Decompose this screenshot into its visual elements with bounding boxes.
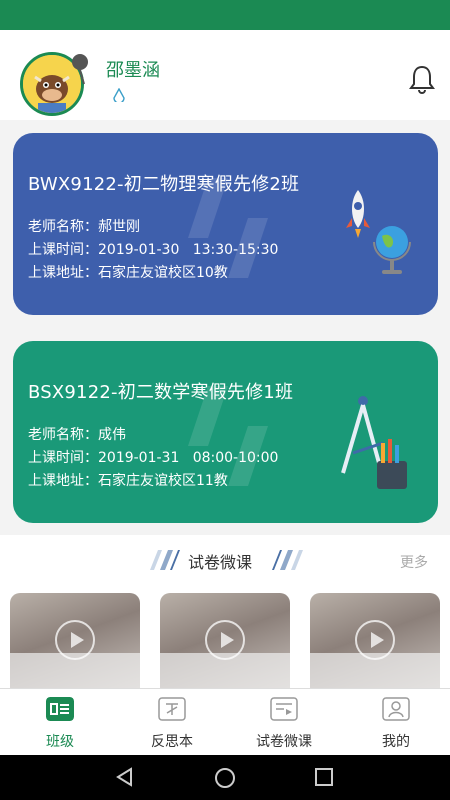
class-address: 石家庄友谊校区10教 (98, 265, 228, 281)
micro-lesson-list (0, 585, 450, 689)
paper-video-icon (270, 697, 298, 721)
class-title: BWX9122-初二物理寒假先修2班 (28, 174, 300, 195)
profile-header: 邵墨涵 (0, 30, 450, 120)
teacher-name: 成伟 (98, 427, 126, 443)
tab-reflection[interactable]: 反思本 (116, 689, 228, 756)
tab-mine[interactable]: 我的 (340, 689, 450, 756)
more-link[interactable]: 更多 (400, 552, 428, 572)
video-thumbnail[interactable] (310, 593, 440, 689)
decorative-stripes-icon (150, 550, 180, 570)
tab-label: 试卷微课 (256, 734, 312, 750)
tab-label: 反思本 (151, 734, 193, 750)
play-icon[interactable] (355, 620, 395, 660)
time-label: 上课时间： (28, 450, 98, 466)
graduate-badge-icon (72, 54, 88, 85)
class-card[interactable]: BWX9122-初二物理寒假先修2班 老师名称：郝世刚 上课时间：2019-01… (13, 133, 438, 315)
address-label: 上课地址： (28, 473, 98, 489)
compass-pencils-icon (341, 396, 407, 489)
status-bar (0, 0, 450, 30)
address-label: 上课地址： (28, 265, 98, 281)
time-row: 上课时间：2019-01-31 08:00-10:00 (28, 447, 278, 467)
user-profile-icon (382, 697, 410, 721)
class-icon (46, 697, 74, 721)
teacher-label: 老师名称： (28, 427, 98, 443)
section-header: 试卷微课 更多 (0, 535, 450, 585)
teacher-row: 老师名称：郝世刚 (28, 216, 140, 236)
teacher-label: 老师名称： (28, 219, 98, 235)
address-row: 上课地址：石家庄友谊校区11教 (28, 470, 228, 490)
class-title: BSX9122-初二数学寒假先修1班 (28, 382, 294, 403)
video-thumbnail[interactable] (10, 593, 140, 689)
time-label: 上课时间： (28, 242, 98, 258)
reflection-book-icon (158, 697, 186, 721)
class-time: 2019-01-30 13:30-15:30 (98, 242, 279, 258)
tab-class[interactable]: 班级 (4, 689, 116, 756)
tab-label: 我的 (382, 734, 410, 750)
section-title: 试卷微课 (188, 553, 253, 572)
time-row: 上课时间：2019-01-30 13:30-15:30 (28, 239, 278, 259)
username: 邵墨涵 (106, 60, 160, 81)
bell-icon[interactable] (408, 64, 436, 94)
recents-icon[interactable] (315, 768, 333, 786)
female-gender-icon (113, 88, 125, 102)
play-icon[interactable] (55, 620, 95, 660)
play-icon[interactable] (205, 620, 245, 660)
back-icon[interactable] (115, 767, 135, 787)
decorative-stripes-icon (272, 550, 303, 570)
rocket-globe-icon (346, 190, 411, 274)
tab-micro-lessons[interactable]: 试卷微课 (228, 689, 340, 756)
system-nav-bar (0, 755, 450, 800)
tab-label: 班级 (46, 734, 74, 750)
bottom-tab-bar: 班级 反思本 试卷微课 我的 (0, 688, 450, 755)
class-address: 石家庄友谊校区11教 (98, 473, 228, 489)
video-thumbnail[interactable] (160, 593, 290, 689)
class-card[interactable]: BSX9122-初二数学寒假先修1班 老师名称：成伟 上课时间：2019-01-… (13, 341, 438, 523)
teacher-row: 老师名称：成伟 (28, 424, 126, 444)
home-icon[interactable] (214, 767, 236, 789)
address-row: 上课地址：石家庄友谊校区10教 (28, 262, 228, 282)
teacher-name: 郝世刚 (98, 219, 140, 235)
class-time: 2019-01-31 08:00-10:00 (98, 450, 279, 466)
